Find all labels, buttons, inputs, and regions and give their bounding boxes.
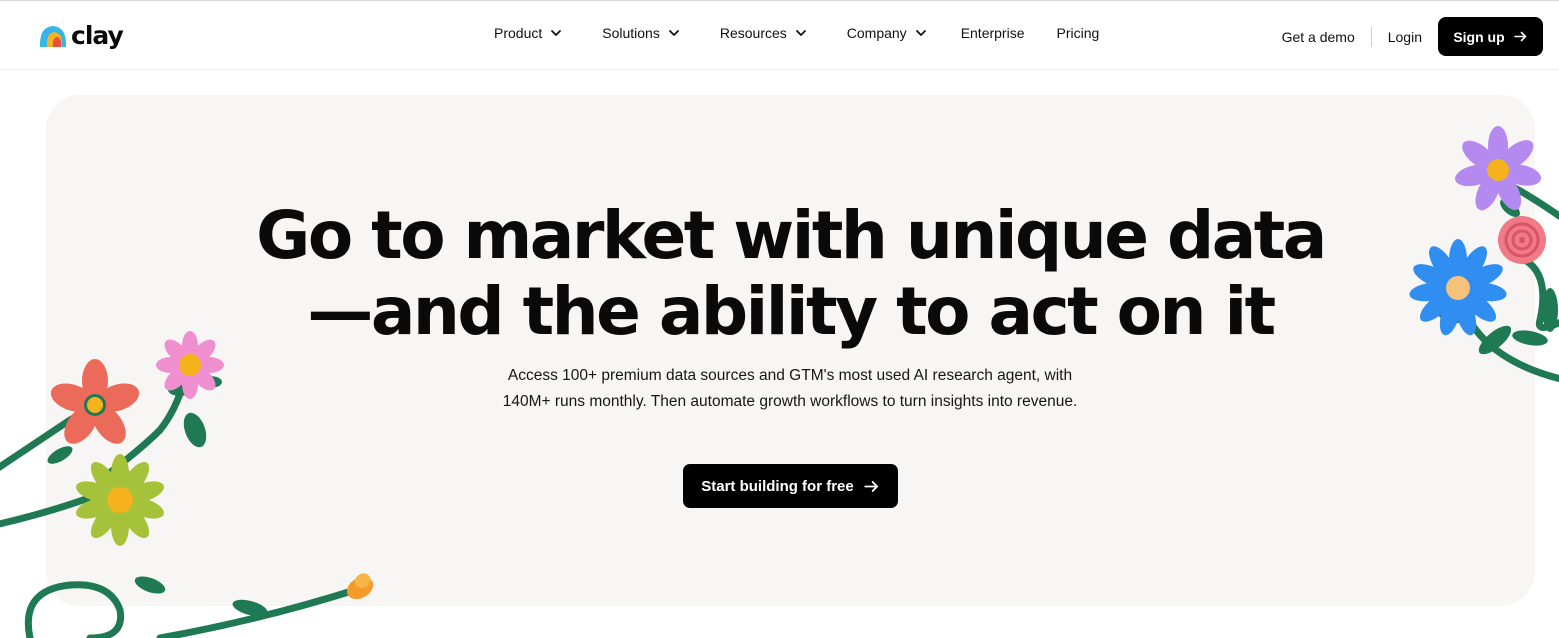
clay-logo[interactable]: clay (38, 21, 124, 51)
menu-solutions[interactable]: Solutions (602, 25, 681, 41)
brand-name: clay (71, 21, 124, 50)
chevron-down-icon (668, 30, 679, 36)
sign-up-button[interactable]: Sign up (1438, 17, 1543, 56)
clay-logo-icon (39, 26, 67, 47)
hero-section: Go to market with unique data —and the a… (46, 95, 1535, 606)
hero-headline: Go to market with unique data —and the a… (46, 198, 1535, 350)
menu-label: Solutions (602, 25, 660, 41)
start-building-button[interactable]: Start building for free (683, 464, 898, 508)
chevron-down-icon (915, 30, 926, 36)
cta-label: Start building for free (701, 477, 854, 495)
menu-enterprise[interactable]: Enterprise (961, 25, 1025, 41)
menu-label: Company (846, 25, 907, 41)
nav-divider (1370, 26, 1372, 47)
headline-line-2: —and the ability to act on it (307, 273, 1276, 350)
menu-label: Enterprise (960, 25, 1025, 41)
menu-label: Pricing (1056, 25, 1100, 41)
menu-pricing[interactable]: Pricing (1057, 25, 1100, 41)
top-navbar: clay Product Solutions Resources Company… (0, 0, 1559, 70)
chevron-down-icon (795, 30, 806, 36)
arrow-right-icon (1513, 31, 1526, 42)
menu-company[interactable]: Company (847, 25, 928, 41)
headline-line-1: Go to market with unique data (256, 197, 1327, 274)
login-link[interactable]: Login (1388, 29, 1422, 45)
sign-up-label: Sign up (1453, 28, 1505, 45)
menu-resources[interactable]: Resources (720, 25, 808, 41)
menu-product[interactable]: Product (494, 25, 563, 41)
menu-label: Resources (719, 25, 787, 41)
main-menu: Product Solutions Resources Company Ente… (494, 25, 1099, 41)
account-actions: Get a demo Login Sign up (1282, 17, 1543, 56)
menu-label: Product (494, 25, 543, 41)
chevron-down-icon (551, 30, 562, 36)
hero-subtext: Access 100+ premium data sources and GTM… (502, 367, 1078, 410)
get-demo-link[interactable]: Get a demo (1282, 29, 1355, 45)
arrow-right-icon (864, 480, 878, 492)
